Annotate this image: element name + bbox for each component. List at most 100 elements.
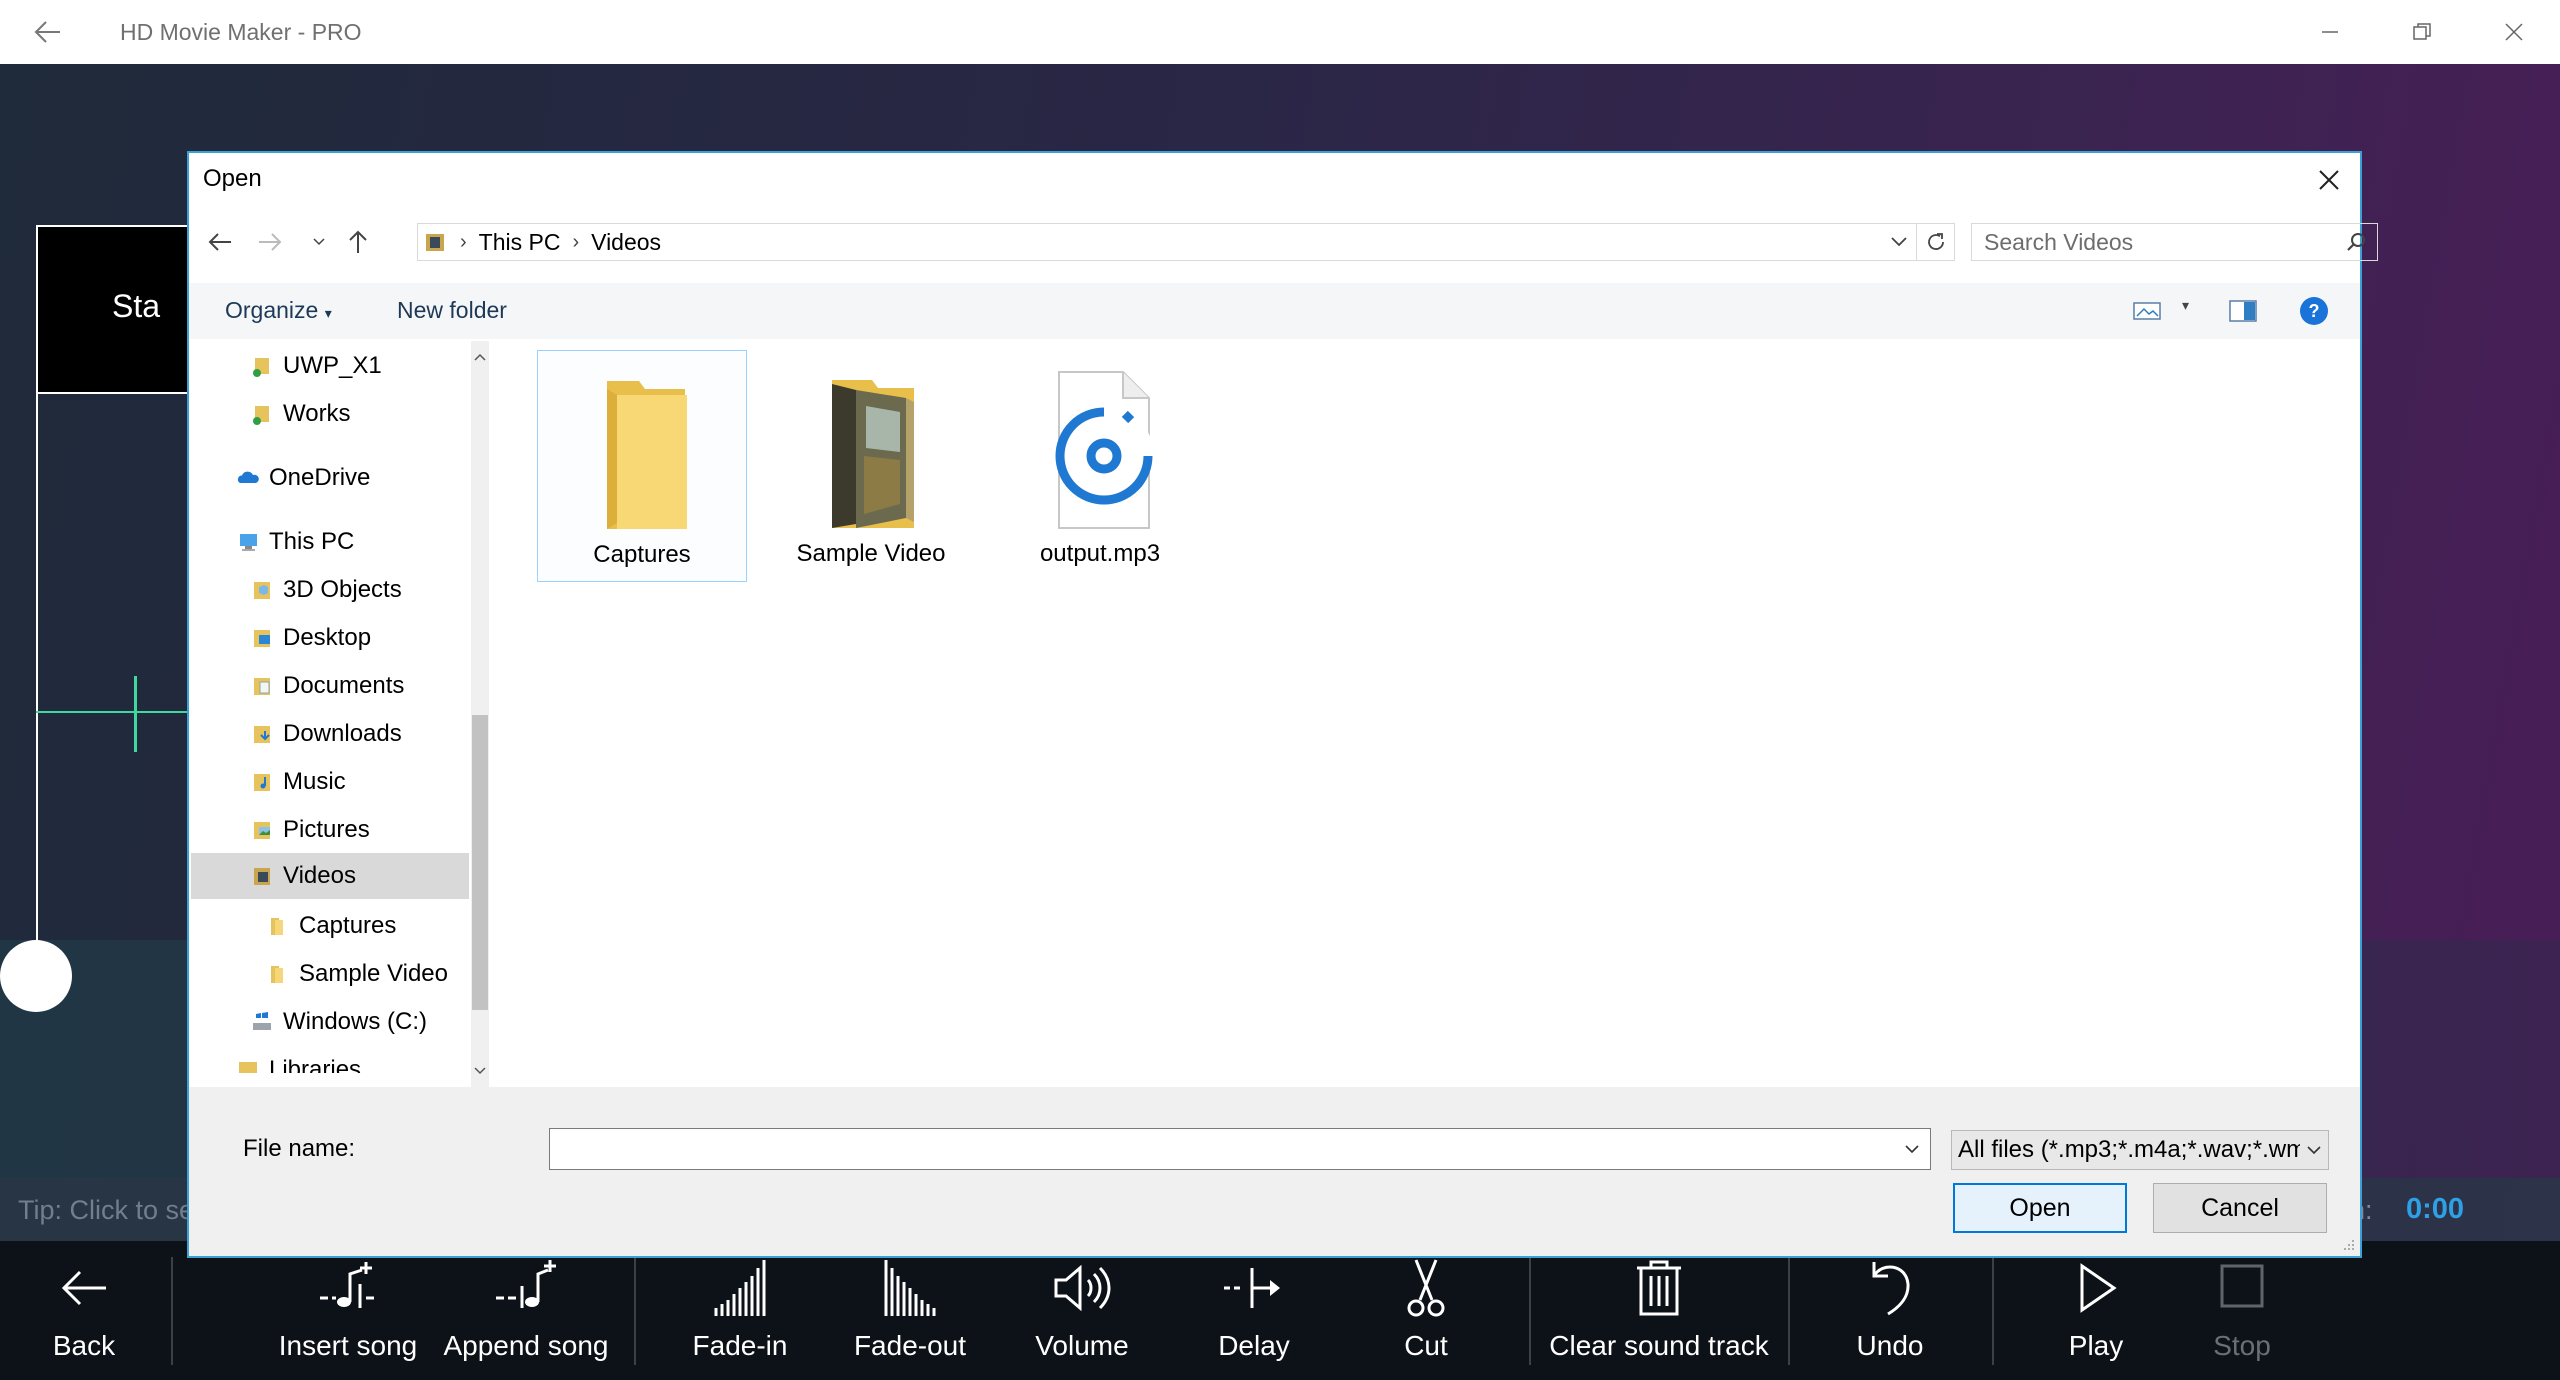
desktop-folder-icon xyxy=(254,630,270,647)
file-type-select[interactable]: All files (*.mp3;*.m4a;*.wav;*.wma xyxy=(1951,1130,2329,1170)
delay-button[interactable]: Delay xyxy=(1194,1256,1314,1376)
toolbar-separator xyxy=(634,1257,636,1365)
clear-sound-track-button[interactable]: Clear sound track xyxy=(1548,1256,1770,1376)
back-button[interactable]: Back xyxy=(44,1256,124,1376)
dialog-close-button[interactable] xyxy=(2312,163,2346,197)
fade-out-button[interactable]: Fade-out xyxy=(850,1256,970,1376)
tree-item-libraries[interactable]: Libraries xyxy=(237,1047,361,1073)
undo-button[interactable]: Undo xyxy=(1830,1256,1950,1376)
cut-button[interactable]: Cut xyxy=(1366,1256,1486,1376)
synced-folder-icon xyxy=(253,406,269,425)
tree-item-this-pc[interactable]: This PC xyxy=(237,519,354,565)
view-options-icon[interactable] xyxy=(2133,300,2163,322)
documents-folder-icon xyxy=(254,678,270,695)
scroll-down-button[interactable] xyxy=(471,1059,489,1083)
trash-icon xyxy=(1637,1260,1681,1316)
search-placeholder: Search Videos xyxy=(1984,228,2134,255)
tree-item-pictures[interactable]: Pictures xyxy=(251,807,370,853)
window-controls xyxy=(2284,0,2560,64)
tip-text: Tip: Click to se xyxy=(18,1195,195,1225)
command-bar: Organize ▾ New folder ▾ ? xyxy=(189,283,2360,339)
tree-item-documents[interactable]: Documents xyxy=(251,663,404,709)
delay-icon xyxy=(1224,1268,1280,1308)
nav-forward-button[interactable] xyxy=(255,225,285,259)
app-title: HD Movie Maker - PRO xyxy=(120,18,362,45)
file-type-dropdown-button[interactable] xyxy=(2300,1132,2328,1168)
timeline-scrub-handle[interactable] xyxy=(0,940,72,1012)
toolbar-separator xyxy=(1788,1257,1790,1365)
scroll-up-button[interactable] xyxy=(471,345,489,369)
minimize-button[interactable] xyxy=(2284,0,2376,64)
volume-button[interactable]: Volume xyxy=(1022,1256,1142,1376)
fade-in-icon xyxy=(714,1260,766,1316)
tree-item-sample-video[interactable]: Sample Video xyxy=(267,951,448,997)
file-item-sample-video[interactable]: Sample Video xyxy=(766,350,976,582)
breadcrumb-videos[interactable]: Videos xyxy=(591,229,661,256)
insert-song-icon xyxy=(320,1262,374,1308)
file-item-captures[interactable]: Captures xyxy=(537,350,747,582)
video-folder-icon xyxy=(832,380,914,528)
file-item-output-mp3[interactable]: output.mp3 xyxy=(995,350,1205,582)
chevron-down-icon xyxy=(2307,1146,2321,1155)
restore-icon xyxy=(2413,23,2431,40)
toolbar-separator xyxy=(1992,1257,1994,1365)
play-icon xyxy=(2080,1263,2117,1313)
close-window-button[interactable] xyxy=(2468,0,2560,64)
chevron-down-icon[interactable] xyxy=(1890,236,1908,248)
tree-item-desktop[interactable]: Desktop xyxy=(251,615,371,661)
search-input[interactable]: Search Videos xyxy=(1971,223,2378,261)
breadcrumb-chevron: › xyxy=(460,230,467,253)
resize-grip-icon[interactable] xyxy=(2340,1236,2356,1252)
downloads-folder-icon xyxy=(254,726,270,743)
computer-icon xyxy=(240,534,257,551)
address-bar[interactable]: › This PC › Videos xyxy=(417,223,1917,261)
tree-item-works[interactable]: Works xyxy=(251,391,351,437)
new-folder-button[interactable]: New folder xyxy=(397,297,507,324)
refresh-button[interactable] xyxy=(1917,223,1955,261)
tree-item-windows-c[interactable]: Windows (C:) xyxy=(251,999,427,1045)
breadcrumb-this-pc[interactable]: This PC xyxy=(479,229,561,256)
view-options-dropdown[interactable]: ▾ xyxy=(2182,297,2189,314)
nav-back-button[interactable] xyxy=(205,225,235,259)
open-button[interactable]: Open xyxy=(1953,1183,2127,1233)
svg-text:?: ? xyxy=(2309,301,2320,321)
arrow-right-icon xyxy=(259,233,282,251)
tree-item-uwp-x1[interactable]: UWP_X1 xyxy=(251,343,382,389)
minimize-icon xyxy=(2322,31,2338,33)
help-icon[interactable]: ? xyxy=(2299,296,2329,326)
file-name-input[interactable] xyxy=(549,1128,1931,1170)
up-folder-button[interactable] xyxy=(343,225,373,259)
tree-item-captures[interactable]: Captures xyxy=(267,903,396,949)
play-button[interactable]: Play xyxy=(2036,1256,2156,1376)
tree-item-downloads[interactable]: Downloads xyxy=(251,711,402,757)
append-song-icon xyxy=(496,1260,556,1308)
tree-item-3d-objects[interactable]: 3D Objects xyxy=(251,567,402,613)
tree-item-videos[interactable]: Videos xyxy=(191,853,469,899)
title-back-button[interactable] xyxy=(0,0,96,64)
toolbar-separator xyxy=(1529,1257,1531,1365)
organize-button[interactable]: Organize ▾ xyxy=(225,297,332,324)
insert-song-button[interactable]: Insert song xyxy=(268,1256,428,1376)
recent-locations-button[interactable] xyxy=(309,225,329,259)
toolbar-separator xyxy=(171,1257,173,1365)
duration-value: 0:00 xyxy=(2406,1193,2465,1225)
restore-button[interactable] xyxy=(2376,0,2468,64)
navigation-scroll-thumb[interactable] xyxy=(472,715,488,1010)
tree-item-onedrive[interactable]: OneDrive xyxy=(237,455,370,501)
fade-in-button[interactable]: Fade-in xyxy=(680,1256,800,1376)
undo-icon xyxy=(1872,1262,1910,1316)
onedrive-cloud-icon xyxy=(237,471,259,483)
file-name-dropdown-button[interactable] xyxy=(1896,1131,1928,1167)
open-file-dialog: Open › This PC › Videos Search Videos Or… xyxy=(187,151,2378,1258)
stop-button[interactable]: Stop xyxy=(2182,1256,2302,1376)
chevron-down-icon xyxy=(313,238,325,246)
volume-icon xyxy=(1054,1264,1111,1312)
folder-icon xyxy=(271,918,283,935)
videos-folder-icon xyxy=(254,868,270,885)
3d-objects-folder-icon xyxy=(254,582,270,599)
tree-item-music[interactable]: Music xyxy=(251,759,346,805)
cancel-button[interactable]: Cancel xyxy=(2153,1183,2327,1233)
preview-pane-icon[interactable] xyxy=(2229,300,2257,322)
chevron-down-icon xyxy=(1905,1145,1919,1154)
append-song-button[interactable]: Append song xyxy=(436,1256,616,1376)
